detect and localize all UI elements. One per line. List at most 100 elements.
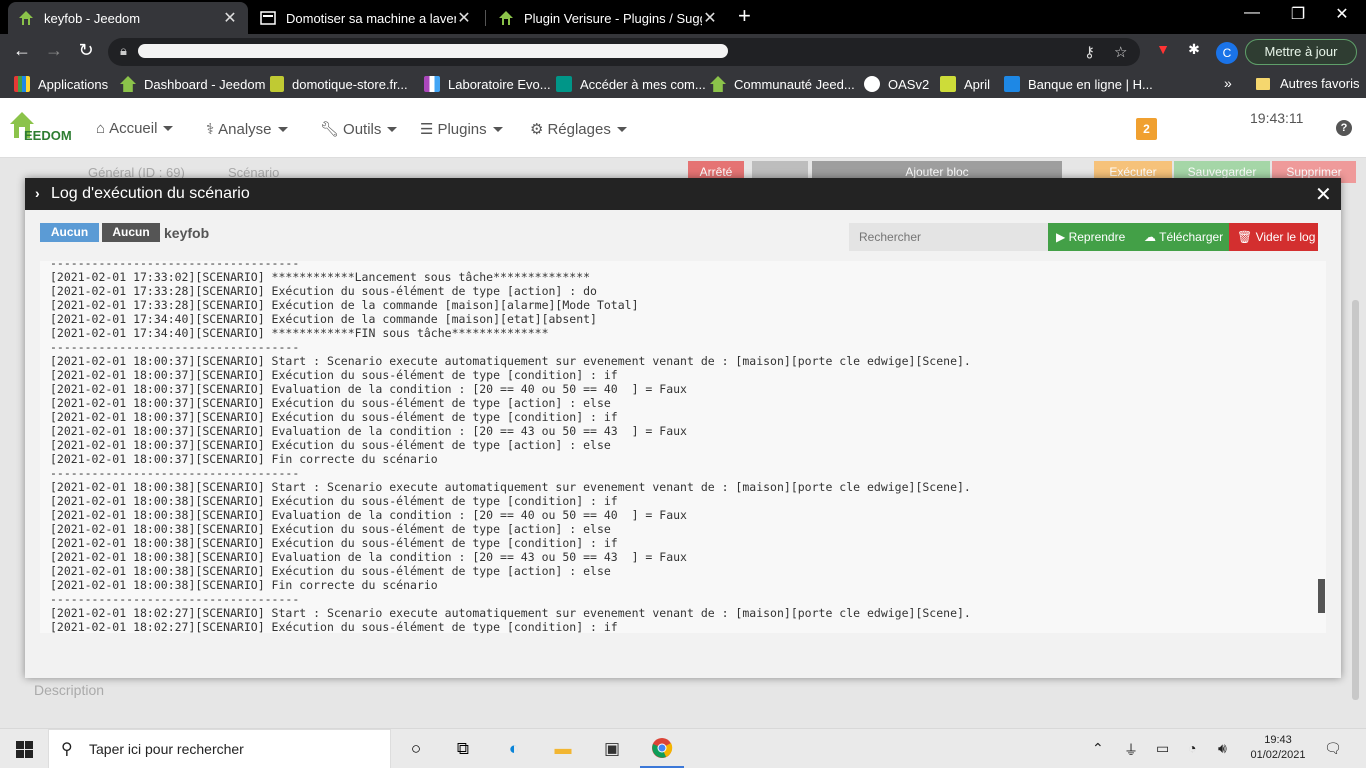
redacted-url-scribble [138, 44, 728, 58]
log-line: [2021-02-01 18:00:38][SCENARIO] Fin corr… [50, 578, 438, 592]
minimize-icon[interactable]: — [1232, 4, 1272, 22]
search-icon: ⚲ [61, 741, 73, 758]
battery-icon[interactable]: ▭ [1156, 740, 1169, 757]
apps-grid-icon [14, 76, 30, 92]
browser-tab-machine-a-laver[interactable]: Domotiser sa machine a laver via ✕ [250, 2, 482, 34]
modal-title: Log d'exécution du scénario [51, 185, 250, 202]
notifications-icon[interactable]: 🗨︎ [1324, 740, 1342, 757]
jeedom-navbar: EEDOM ⌂ Accueil ⚕ Analyse 🔧︎ Outils ☰ Pl… [0, 98, 1366, 158]
bookmark-dashboard-jeedom[interactable]: Dashboard - Jeedom [120, 76, 265, 92]
clear-log-button[interactable]: 🗑︎ Vider le log [1229, 223, 1318, 251]
caret-down-icon [277, 126, 288, 132]
chrome-icon[interactable] [650, 737, 674, 761]
menu-plugins[interactable]: ☰ Plugins [420, 120, 503, 138]
edge-icon[interactable]: ◐ [502, 737, 526, 761]
bookmark-label: Laboratoire Evo... [448, 76, 551, 92]
usb-device-icon[interactable]: ⏚ [1124, 740, 1138, 760]
hsbc-icon [1004, 76, 1020, 92]
tab-separator [485, 10, 486, 26]
log-line: [2021-02-01 18:00:38][SCENARIO] Exécutio… [50, 564, 611, 578]
tray-expand-chevron-icon[interactable]: ⌃ [1092, 740, 1104, 757]
update-button[interactable]: Mettre à jour [1245, 39, 1357, 65]
jeedom-logo[interactable]: EEDOM [8, 110, 76, 142]
page-scrollbar-thumb[interactable] [1352, 300, 1359, 700]
restore-window-icon[interactable]: ❐ [1278, 4, 1318, 24]
bookmark-laboratoire-evo[interactable]: Laboratoire Evo... [424, 76, 551, 92]
taskbar-clock[interactable]: 19:43 01/02/2021 [1250, 733, 1306, 763]
close-tab-icon[interactable]: ✕ [456, 8, 472, 28]
log-line: [2021-02-01 18:00:37][SCENARIO] Exécutio… [50, 396, 611, 410]
bookmark-label: Accéder à mes com... [580, 76, 706, 92]
log-scrollbar-thumb[interactable] [1318, 579, 1325, 613]
log-line: [2021-02-01 18:00:37][SCENARIO] Start : … [50, 354, 971, 368]
log-line: [2021-02-01 18:00:37][SCENARIO] Evaluati… [50, 424, 687, 438]
close-tab-icon[interactable]: ✕ [702, 8, 718, 28]
taskbar-date: 01/02/2021 [1250, 749, 1306, 761]
file-explorer-icon[interactable]: ▬ [551, 737, 575, 761]
other-bookmarks-folder[interactable]: Autres favoris [1256, 76, 1359, 91]
lock-icon: 🔒︎ [120, 43, 127, 58]
bookmark-star-icon[interactable]: ☆ [1114, 43, 1127, 61]
wrench-icon: 🔧︎ [320, 121, 340, 138]
close-window-icon[interactable]: ✕ [1322, 4, 1362, 24]
folder-icon [1256, 77, 1270, 90]
bookmark-oasv2[interactable]: OASv2 [864, 76, 929, 92]
close-tab-icon[interactable]: ✕ [222, 8, 238, 28]
brave-shield-icon[interactable]: ▼ [1153, 41, 1173, 61]
menu-reglages[interactable]: ⚙ Réglages [530, 120, 627, 138]
log-content[interactable]: ------------------------------------ [202… [40, 261, 1326, 633]
download-button[interactable]: ☁ Télécharger [1136, 223, 1229, 251]
extensions-puzzle-icon[interactable]: ✱ [1184, 41, 1204, 61]
store-icon[interactable]: ▣ [600, 737, 624, 761]
laboratoire-icon [424, 76, 440, 92]
menu-outils[interactable]: 🔧︎ Outils [320, 120, 398, 138]
menu-label: Outils [343, 120, 382, 138]
close-icon[interactable]: ✕ [1315, 182, 1332, 207]
log-line: [2021-02-01 17:33:28][SCENARIO] Exécutio… [50, 284, 597, 298]
more-menu-icon[interactable]: ⋮ [1360, 42, 1366, 59]
log-search-input[interactable] [849, 223, 1049, 251]
stethoscope-icon: ⚕ [206, 121, 215, 138]
more-bookmarks-chevron-icon[interactable]: » [1224, 75, 1232, 91]
volume-icon[interactable]: 🔊︎ [1218, 740, 1227, 757]
cortana-circle-icon[interactable]: ○ [404, 737, 428, 761]
notification-badge[interactable]: 2 [1136, 118, 1157, 140]
address-bar[interactable]: 🔒︎ ⚷ ☆ [108, 38, 1140, 66]
object-label: Aucun [102, 223, 160, 242]
bookmark-applications[interactable]: Applications [14, 76, 108, 92]
bookmark-april[interactable]: April [940, 76, 990, 92]
new-tab-plus-icon[interactable]: + [738, 5, 751, 27]
resume-button[interactable]: ▶ Reprendre [1048, 223, 1136, 251]
jeedom-favicon-icon [18, 10, 34, 26]
trash-icon: 🗑︎ [1237, 230, 1253, 244]
forward-arrow-icon[interactable]: → [42, 40, 66, 61]
log-line: [2021-02-01 18:00:38][SCENARIO] Exécutio… [50, 494, 618, 508]
bookmark-label: Applications [38, 76, 109, 92]
task-view-icon[interactable]: ⧉ [451, 737, 475, 761]
bookmark-communaute-jeedom[interactable]: Communauté Jeed... [710, 76, 855, 92]
bookmark-label: domotique-store.fr... [292, 76, 408, 92]
menu-analyse[interactable]: ⚕ Analyse [206, 120, 288, 138]
bookmark-banque-en-ligne[interactable]: Banque en ligne | H... [1004, 76, 1153, 92]
bookmark-domotique-store[interactable]: domotique-store.fr... [270, 76, 408, 92]
caret-down-icon [387, 126, 398, 132]
log-line: [2021-02-01 18:02:27][SCENARIO] Exécutio… [50, 620, 618, 633]
scenario-log-modal: › Log d'exécution du scénario ✕ Aucun Au… [25, 178, 1341, 678]
wifi-icon[interactable]: ◔ [1188, 740, 1196, 756]
home-icon: ⌂ [96, 120, 106, 137]
log-line: [2021-02-01 18:00:38][SCENARIO] Evaluati… [50, 550, 687, 564]
help-icon[interactable]: ? [1336, 120, 1352, 136]
key-icon[interactable]: ⚷ [1084, 43, 1095, 61]
profile-avatar[interactable]: C [1216, 42, 1238, 64]
menu-accueil[interactable]: ⌂ Accueil [96, 120, 174, 137]
browser-tab-keyfob[interactable]: keyfob - Jeedom ✕ [8, 2, 248, 34]
windows-taskbar: ⚲ Taper ici pour rechercher ○ ⧉ ◐ ▬ ▣ ⌃ … [0, 728, 1366, 768]
bookmark-label: Communauté Jeed... [734, 76, 855, 92]
taskbar-search-box[interactable]: ⚲ Taper ici pour rechercher [48, 729, 391, 768]
reload-icon[interactable]: ↻ [74, 40, 98, 61]
back-arrow-icon[interactable]: ← [10, 40, 34, 61]
browser-tab-plugin-verisure[interactable]: Plugin Verisure - Plugins / Sugge ✕ [488, 2, 728, 34]
caret-down-icon [616, 126, 627, 132]
bookmark-acceder-comptes[interactable]: Accéder à mes com... [556, 76, 706, 92]
windows-start-icon[interactable] [16, 741, 33, 758]
